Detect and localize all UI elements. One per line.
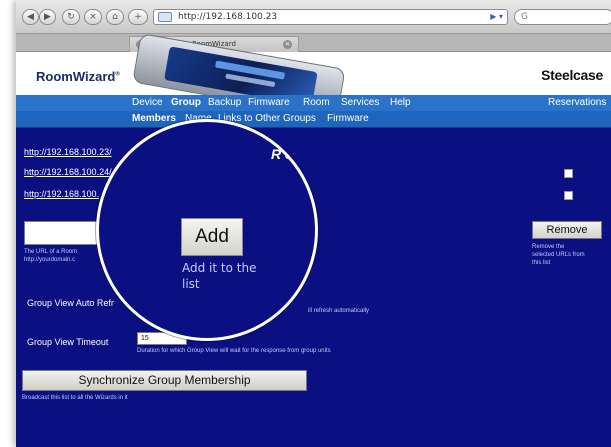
add-button[interactable]: Add xyxy=(181,218,243,256)
nav-device[interactable]: Device xyxy=(132,97,163,108)
subnav-firmware[interactable]: Firmware xyxy=(327,113,369,124)
tab-close-icon-right[interactable]: × xyxy=(283,40,292,49)
synchronize-button[interactable]: Synchronize Group Membership xyxy=(22,370,307,391)
magnifier-callout: izard R S Add Add it to the list xyxy=(96,119,318,341)
secondary-nav: Members Name Links to Other Groups Firmw… xyxy=(16,111,611,128)
timeout-label: Group View Timeout xyxy=(27,337,109,347)
reload-icon[interactable]: ↻ xyxy=(62,9,80,25)
nav-backup[interactable]: Backup xyxy=(208,97,241,108)
address-bar[interactable]: http://192.168.100.23 ▶ ▾ xyxy=(153,9,508,25)
search-input[interactable]: G xyxy=(514,9,611,25)
member-url-link[interactable]: http://192.168.100.24/ xyxy=(24,167,112,177)
forward-icon[interactable]: ▶ xyxy=(39,9,56,25)
home-icon[interactable]: ⌂ xyxy=(106,9,124,25)
member-select-checkbox[interactable] xyxy=(564,169,573,178)
member-url-link[interactable]: http://192.168.100.23/ xyxy=(24,147,112,157)
go-icon[interactable]: ▶ ▾ xyxy=(490,10,503,24)
tab-strip: × RoomWizard × xyxy=(16,34,611,52)
member-url-link[interactable]: http://192.168.100. xyxy=(24,189,99,199)
remove-button[interactable]: Remove xyxy=(532,221,602,239)
nav-services[interactable]: Services xyxy=(341,97,379,108)
bookmark-icon[interactable]: + xyxy=(128,9,148,25)
nav-group[interactable]: Group xyxy=(171,97,201,108)
add-hint: Add it to the list xyxy=(182,261,257,291)
browser-toolbar: ◀ ▶ ↻ × ⌂ + http://192.168.100.23 ▶ ▾ G xyxy=(16,0,611,34)
nav-firmware[interactable]: Firmware xyxy=(248,97,290,108)
sync-note: Broadcast this list to all the Wizards i… xyxy=(22,395,128,401)
timeout-note: Duration for which Group View will wait … xyxy=(137,348,331,354)
steelcase-logo: Steelcase xyxy=(541,67,603,83)
nav-help[interactable]: Help xyxy=(390,97,411,108)
auto-refresh-label: Group View Auto Refr xyxy=(27,298,114,308)
address-url: http://192.168.100.23 xyxy=(178,12,278,22)
members-panel: http://192.168.100.23/ http://192.168.10… xyxy=(16,128,611,447)
site-favicon-icon xyxy=(158,12,172,22)
roomwizard-logo: RoomWizard® xyxy=(36,69,120,84)
wizard-fragment: R S xyxy=(271,146,295,162)
stop-icon[interactable]: × xyxy=(84,9,102,25)
auto-refresh-note: ill refresh automatically xyxy=(308,308,370,314)
wizard-caption: izard xyxy=(274,136,288,142)
remove-hint: Remove the selected URLs from this list xyxy=(532,244,585,266)
primary-nav: Device Group Backup Firmware Room Servic… xyxy=(16,95,611,111)
subnav-members[interactable]: Members xyxy=(132,113,176,124)
member-select-checkbox[interactable] xyxy=(564,191,573,200)
search-value: G xyxy=(521,12,528,22)
nav-reservations[interactable]: Reservations xyxy=(548,97,606,108)
url-input-hint: The URL of a Room http://yourdomain.c xyxy=(24,249,78,263)
browser-window: ◀ ▶ ↻ × ⌂ + http://192.168.100.23 ▶ ▾ G … xyxy=(16,0,611,447)
page-header: RoomWizard® Steelcase xyxy=(16,33,611,119)
back-icon[interactable]: ◀ xyxy=(22,9,39,25)
nav-room[interactable]: Room xyxy=(303,97,330,108)
